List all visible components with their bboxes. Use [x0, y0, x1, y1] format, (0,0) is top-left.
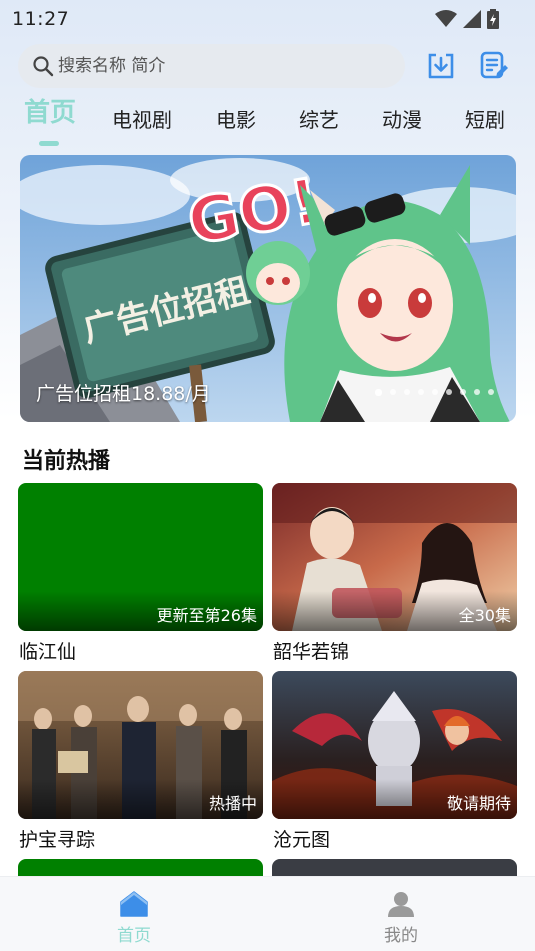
category-tabs: 首页 电视剧 电影 综艺 动漫 短剧	[0, 96, 535, 146]
battery-icon	[487, 9, 499, 29]
search-input[interactable]	[58, 56, 378, 76]
search-icon	[33, 56, 54, 77]
tab-variety[interactable]: 综艺	[299, 104, 339, 133]
carousel-dot[interactable]	[488, 389, 494, 395]
card-badge: 敬请期待	[446, 794, 511, 813]
search-box[interactable]	[18, 44, 405, 88]
nav-profile[interactable]: 我的	[366, 891, 436, 946]
banner-carousel[interactable]: 广告位招租 GO! 广告位招租18.88/月	[20, 155, 516, 422]
video-card[interactable]: 敬请期待 沧元图	[272, 671, 517, 852]
signal-icon	[463, 10, 481, 28]
card-thumbnail: 更新至第26集	[18, 483, 263, 631]
download-icon	[428, 53, 454, 79]
card-badge: 全30集	[458, 606, 511, 625]
download-button[interactable]	[423, 48, 459, 84]
nav-profile-label: 我的	[384, 926, 418, 946]
video-card[interactable]: 更新至第26集 临江仙	[18, 483, 263, 664]
carousel-dot[interactable]	[432, 389, 438, 395]
card-badge: 热播中	[208, 794, 257, 813]
status-icons	[435, 9, 499, 29]
status-time: 11:27	[12, 8, 70, 30]
card-thumbnail: 全30集	[272, 483, 517, 631]
home-icon	[120, 891, 148, 917]
wifi-icon	[435, 10, 457, 27]
history-button[interactable]	[476, 48, 512, 84]
tab-home[interactable]: 首页	[24, 92, 76, 129]
tab-tv-series[interactable]: 电视剧	[112, 104, 172, 133]
search-row	[18, 44, 518, 88]
video-card[interactable]: 全30集 韶华若锦	[272, 483, 517, 664]
carousel-dot[interactable]	[418, 389, 424, 395]
card-badge: 更新至第26集	[156, 606, 257, 625]
banner-caption: 广告位招租18.88/月	[36, 383, 211, 405]
history-list-icon	[480, 51, 508, 79]
user-icon	[388, 892, 414, 917]
card-title: 韶华若锦	[273, 641, 350, 663]
carousel-dot[interactable]	[375, 389, 382, 396]
carousel-dot[interactable]	[446, 389, 452, 395]
video-card[interactable]: 热播中 护宝寻踪	[18, 671, 263, 852]
card-title: 临江仙	[19, 641, 77, 663]
nav-home-label: 首页	[117, 926, 151, 946]
card-thumbnail: 热播中	[18, 671, 263, 819]
carousel-dot[interactable]	[460, 389, 466, 395]
tab-short-drama[interactable]: 短剧	[465, 104, 505, 133]
section-title: 当前热播	[22, 449, 111, 474]
card-title: 沧元图	[273, 829, 331, 851]
carousel-dot[interactable]	[404, 389, 410, 395]
carousel-dot[interactable]	[474, 389, 480, 395]
card-title: 护宝寻踪	[19, 829, 96, 851]
carousel-dots	[375, 389, 494, 396]
nav-home[interactable]: 首页	[99, 891, 169, 946]
tab-indicator	[39, 141, 59, 146]
bottom-navigation: 首页 我的	[0, 876, 535, 951]
tab-anime[interactable]: 动漫	[382, 104, 422, 133]
status-bar: 11:27	[0, 0, 535, 38]
carousel-dot[interactable]	[390, 389, 396, 395]
tab-movies[interactable]: 电影	[216, 104, 256, 133]
card-thumbnail: 敬请期待	[272, 671, 517, 819]
